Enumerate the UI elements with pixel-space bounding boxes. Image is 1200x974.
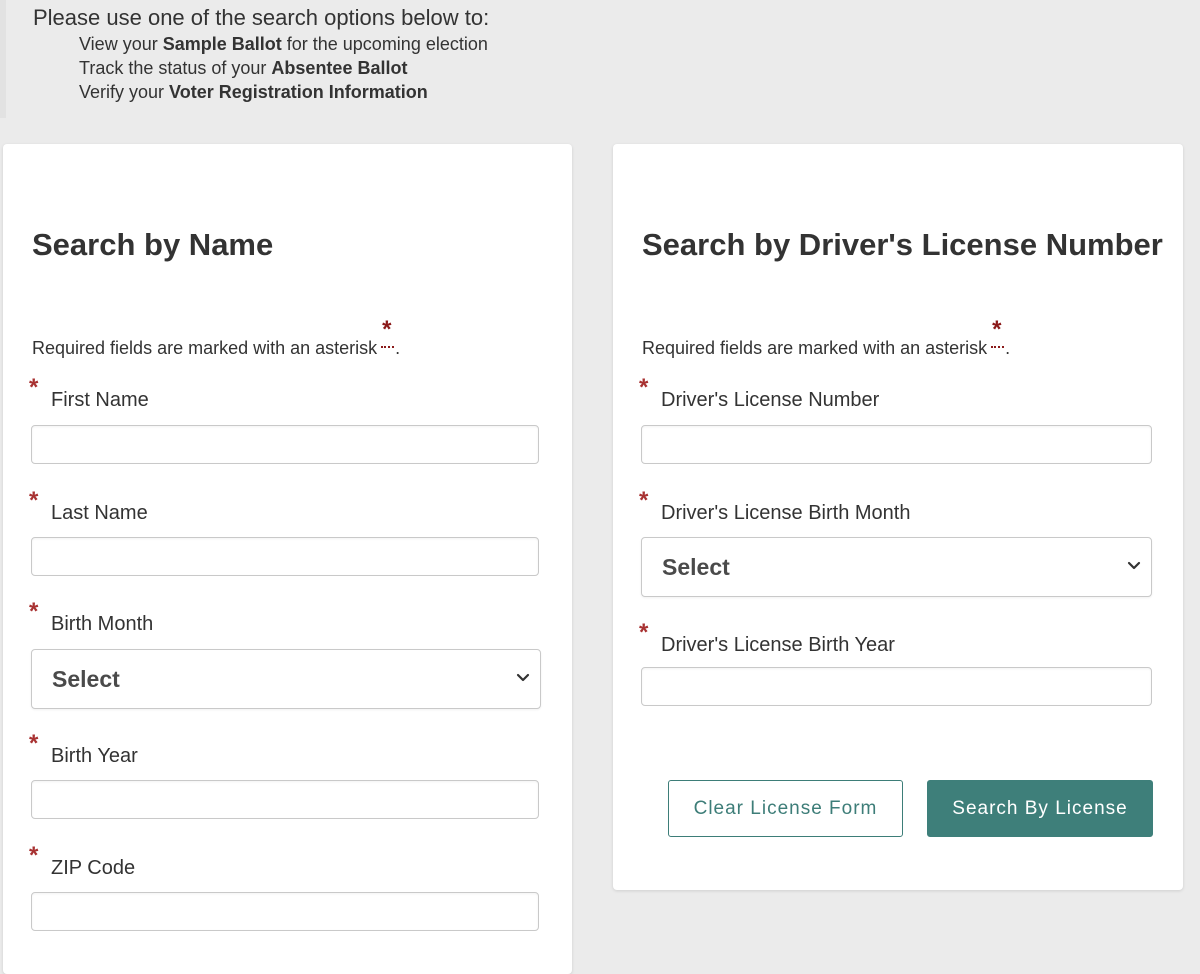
birth-year-input[interactable]	[31, 780, 539, 819]
license-birth-year-input[interactable]	[641, 667, 1152, 706]
license-birth-month-label: * Driver's License Birth Month	[639, 487, 911, 525]
required-asterisk-icon: *	[29, 598, 39, 625]
intro-list: View your Sample Ballot for the upcoming…	[79, 32, 488, 104]
search-by-license-title: Search by Driver's License Number	[642, 227, 1163, 262]
clear-license-form-button[interactable]: Clear License Form	[668, 780, 903, 837]
required-asterisk-icon: *	[29, 487, 39, 514]
birth-month-select[interactable]: Select	[31, 649, 541, 709]
required-asterisk-icon: *	[29, 730, 39, 757]
first-name-label: * First Name	[29, 374, 149, 412]
intro-section: Please use one of the search options bel…	[0, 0, 1200, 118]
birth-month-selected-value: Select	[52, 666, 120, 692]
chevron-down-icon	[1127, 561, 1141, 570]
required-asterisk-icon: *	[29, 374, 39, 401]
license-birth-month-select[interactable]: Select	[641, 537, 1152, 597]
required-asterisk-icon: *	[639, 619, 649, 646]
intro-accent-bar	[0, 0, 6, 118]
required-asterisk-abbr: *	[381, 318, 395, 354]
asterisk-icon: *	[992, 316, 1002, 343]
search-by-license-card: Search by Driver's License Number Requir…	[613, 144, 1183, 890]
first-name-input[interactable]	[31, 425, 539, 464]
intro-heading: Please use one of the search options bel…	[33, 5, 490, 30]
required-fields-note: Required fields are marked with an aster…	[32, 316, 401, 359]
license-number-label: * Driver's License Number	[639, 374, 880, 412]
chevron-down-icon	[516, 673, 530, 682]
asterisk-icon: *	[382, 316, 392, 343]
required-fields-note: Required fields are marked with an aster…	[642, 316, 1011, 359]
search-by-name-title: Search by Name	[32, 227, 274, 262]
required-asterisk-icon: *	[29, 842, 39, 869]
intro-item-absentee-ballot: Track the status of your Absentee Ballot	[79, 58, 408, 78]
required-asterisk-icon: *	[639, 374, 649, 401]
license-number-input[interactable]	[641, 425, 1152, 464]
search-by-name-card: Search by Name Required fields are marke…	[3, 144, 572, 974]
zip-code-input[interactable]	[31, 892, 539, 931]
required-asterisk-icon: *	[639, 487, 649, 514]
birth-month-label: * Birth Month	[29, 598, 154, 636]
birth-year-label: * Birth Year	[29, 730, 138, 768]
license-birth-month-selected-value: Select	[662, 554, 730, 580]
required-asterisk-abbr: *	[991, 318, 1005, 354]
last-name-label: * Last Name	[29, 487, 148, 525]
search-by-license-button[interactable]: Search By License	[927, 780, 1153, 837]
license-birth-year-label: * Driver's License Birth Year	[639, 619, 895, 657]
intro-item-voter-registration: Verify your Voter Registration Informati…	[79, 82, 428, 102]
zip-code-label: * ZIP Code	[29, 842, 136, 880]
last-name-input[interactable]	[31, 537, 539, 576]
intro-item-sample-ballot: View your Sample Ballot for the upcoming…	[79, 34, 488, 54]
